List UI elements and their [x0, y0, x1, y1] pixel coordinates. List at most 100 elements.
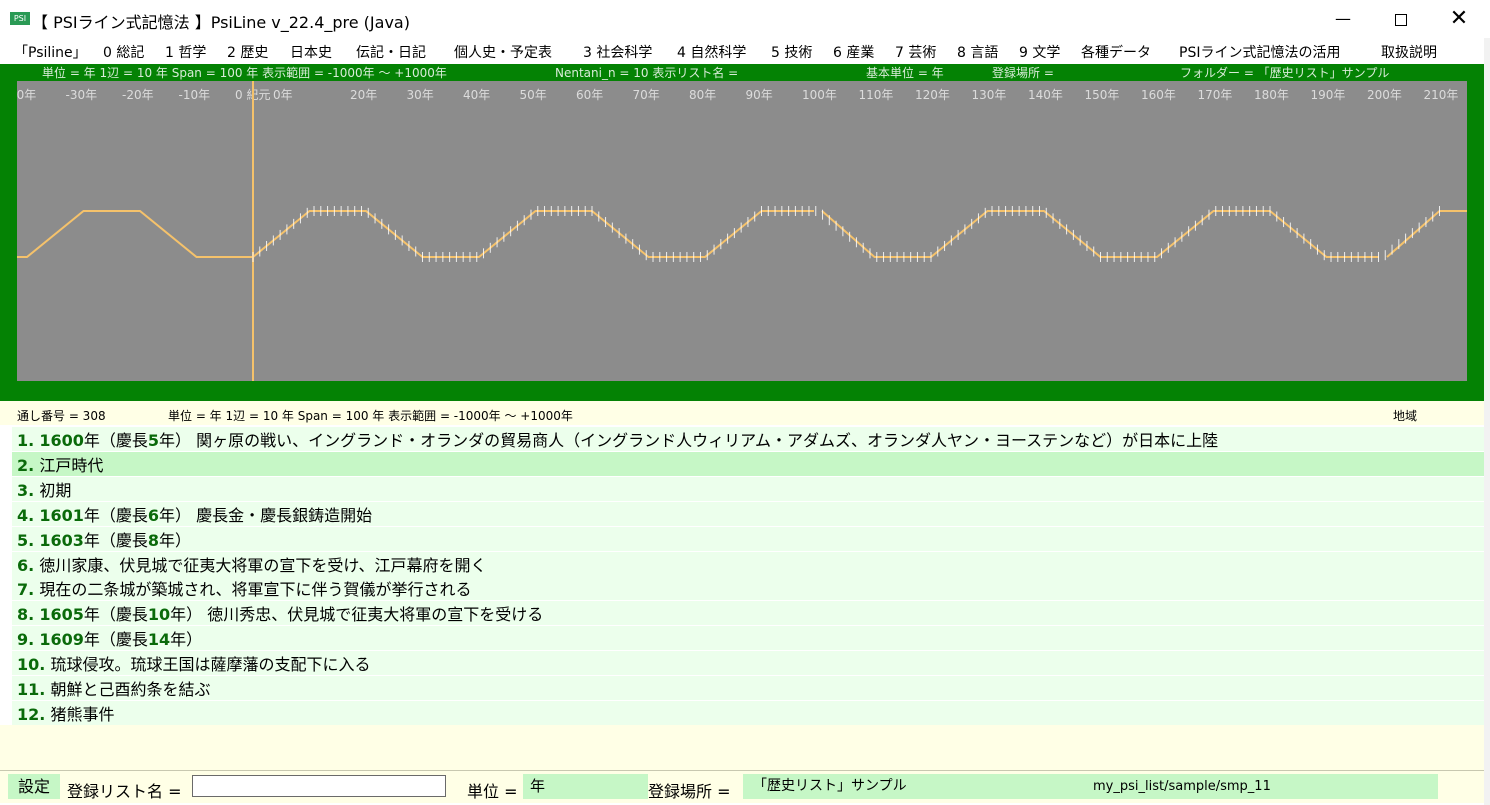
axis-tick-label: -30年 [66, 88, 98, 102]
psi-line-segment [821, 210, 1379, 258]
event-number: 8. [17, 605, 35, 625]
menu-general[interactable]: 0 総記 [103, 42, 144, 62]
menu-manual[interactable]: 取扱説明 [1381, 42, 1437, 62]
event-number: 3. [17, 480, 35, 500]
event-year: 1603 [39, 530, 84, 550]
reglist-input[interactable] [192, 775, 446, 797]
menu-psiline[interactable]: 「Psiline」 [14, 42, 87, 62]
event-number: 10. [17, 655, 46, 675]
event-era-year: 6 [147, 505, 159, 525]
window-edge [1484, 38, 1490, 805]
menu-social-science[interactable]: 3 社会科学 [583, 42, 652, 62]
event-text: 年（慶長 [83, 505, 148, 525]
event-text: 徳川家康、伏見城で征夷大将軍の宣下を受け、江戸幕府を開く [39, 555, 487, 575]
unit-info: 単位 = 年 1辺 = 10 年 Span = 100 年 表示範囲 = -10… [168, 409, 573, 423]
timeline-canvas[interactable]: 40年-30年-20年-10年0 紀元0年20年30年40年50年60年70年8… [17, 81, 1467, 381]
menu-arts[interactable]: 7 芸術 [895, 42, 936, 62]
event-row[interactable]: 4. 1601年（慶長6年） 慶長金・慶長銀鋳造開始 [12, 501, 1484, 526]
event-number: 9. [17, 630, 35, 650]
axis-tick-label: 200年 [1367, 88, 1402, 102]
event-text: 朝鮮と己酉約条を結ぶ [50, 680, 211, 699]
event-number: 12. [17, 704, 46, 724]
event-row[interactable]: 9. 1609年（慶長14年） [12, 626, 1484, 651]
menu-usage[interactable]: PSIライン式記憶法の活用 [1179, 42, 1340, 62]
psi-line-plot: 40年-30年-20年-10年0 紀元0年20年30年40年50年60年70年8… [17, 81, 1467, 381]
event-year: 1601 [39, 505, 84, 525]
event-text: 初期 [39, 480, 72, 500]
axis-tick-label: 70年 [633, 88, 660, 102]
event-year: 1609 [39, 630, 84, 650]
axis-tick-label: 150年 [1085, 88, 1120, 102]
event-detail: 年） 徳川秀忠、伏見城で征夷大将軍の宣下を受ける [170, 605, 544, 625]
event-detail: 年） [170, 630, 203, 650]
event-row[interactable]: 6. 徳川家康、伏見城で征夷大将軍の宣下を受け、江戸幕府を開く [12, 551, 1484, 576]
event-number: 1. [17, 431, 35, 450]
timeline-panel: 単位 = 年 1辺 = 10 年 Span = 100 年 表示範囲 = -10… [0, 64, 1484, 401]
event-text: 年（慶長 [83, 605, 148, 625]
event-text: 琉球侵攻。琉球王国は薩摩藩の支配下に入る [50, 655, 371, 675]
event-number: 2. [17, 455, 35, 475]
axis-tick-label: 170年 [1198, 88, 1233, 102]
event-row[interactable]: 3. 初期 [12, 476, 1484, 501]
axis-tick-label: 30年 [407, 88, 434, 102]
event-row[interactable]: 11. 朝鮮と己酉約条を結ぶ [12, 676, 1484, 700]
event-text: 現在の二条城が築城され、将軍宣下に伴う賀儀が挙行される [39, 580, 472, 600]
menu-history[interactable]: 2 歴史 [227, 42, 268, 62]
menu-industry[interactable]: 6 産業 [833, 42, 874, 62]
timeline-list-info: Nentani_n = 10 表示リスト名 = [555, 66, 739, 80]
event-text: 年（慶長 [83, 630, 148, 650]
place-label: 登録場所 = [648, 782, 731, 801]
close-button[interactable]: ✕ [1430, 0, 1488, 38]
event-row[interactable]: 5. 1603年（慶長8年） [12, 526, 1484, 551]
event-text: 年（慶長 [83, 431, 148, 450]
menu-biography[interactable]: 伝記・日記 [356, 42, 426, 62]
event-detail: 年） 関ヶ原の戦い、イングランド・オランダの貿易商人（イングランド人ウィリアム・… [159, 431, 1219, 450]
axis-tick-label: 190年 [1311, 88, 1346, 102]
menu-technology[interactable]: 5 技術 [771, 42, 812, 62]
event-number: 4. [17, 505, 35, 525]
event-row[interactable]: 1. 1600年（慶長5年） 関ヶ原の戦い、イングランド・オランダの貿易商人（イ… [12, 427, 1484, 451]
event-number: 5. [17, 530, 35, 550]
menu-data[interactable]: 各種データ [1081, 42, 1151, 62]
event-year: 1605 [39, 605, 84, 625]
axis-tick-label: 120年 [915, 88, 950, 102]
event-row[interactable]: 8. 1605年（慶長10年） 徳川秀忠、伏見城で征夷大将軍の宣下を受ける [12, 601, 1484, 626]
serial-number: 通し番号 = 308 [17, 409, 106, 423]
axis-tick-label: 100年 [802, 88, 837, 102]
event-number: 6. [17, 555, 35, 575]
axis-tick-label: 210年 [1424, 88, 1459, 102]
axis-tick-label: 130年 [972, 88, 1007, 102]
maximize-button[interactable] [1372, 0, 1430, 38]
event-era-year: 8 [147, 530, 159, 550]
menu-natural-science[interactable]: 4 自然科学 [677, 42, 746, 62]
menu-language[interactable]: 8 言語 [957, 42, 998, 62]
menu-literature[interactable]: 9 文学 [1019, 42, 1060, 62]
event-info-bar: 通し番号 = 308 単位 = 年 1辺 = 10 年 Span = 100 年… [0, 401, 1484, 425]
axis-tick-label: 110年 [859, 88, 894, 102]
menu-philosophy[interactable]: 1 哲学 [165, 42, 206, 62]
place-value: 「歴史リスト」サンプル [743, 774, 1083, 799]
app-icon: PSI [10, 12, 30, 25]
settings-button[interactable]: 設定 [8, 774, 60, 799]
menu-japanese-history[interactable]: 日本史 [290, 42, 332, 62]
axis-tick-label: -10年 [179, 88, 211, 102]
event-row[interactable]: 10. 琉球侵攻。琉球王国は薩摩藩の支配下に入る [12, 651, 1484, 676]
event-text: 猪熊事件 [50, 704, 115, 724]
menu-personal-history[interactable]: 個人史・予定表 [454, 42, 552, 62]
axis-tick-label: 40年 [463, 88, 490, 102]
event-number: 11. [17, 680, 46, 699]
event-row[interactable]: 2. 江戸時代 [12, 451, 1484, 476]
axis-tick-label: 0年 [273, 88, 293, 102]
axis-tick-label: 180年 [1254, 88, 1289, 102]
timeline-unit-info: 単位 = 年 1辺 = 10 年 Span = 100 年 表示範囲 = -10… [42, 66, 447, 80]
event-text: 年（慶長 [83, 530, 148, 550]
region-label: 地域 [1393, 409, 1418, 423]
timeline-folder: フォルダー = 「歴史リスト」サンプル [1180, 66, 1390, 80]
minimize-button[interactable]: — [1314, 0, 1372, 38]
event-row[interactable]: 7. 現在の二条城が築城され、将軍宣下に伴う賀儀が挙行される [12, 576, 1484, 601]
event-detail: 年） 慶長金・慶長銀鋳造開始 [159, 505, 373, 525]
event-row[interactable]: 12. 猪熊事件 [12, 700, 1484, 725]
psi-line-segment [1386, 210, 1467, 258]
event-number: 7. [17, 580, 35, 600]
axis-tick-label: 160年 [1141, 88, 1176, 102]
